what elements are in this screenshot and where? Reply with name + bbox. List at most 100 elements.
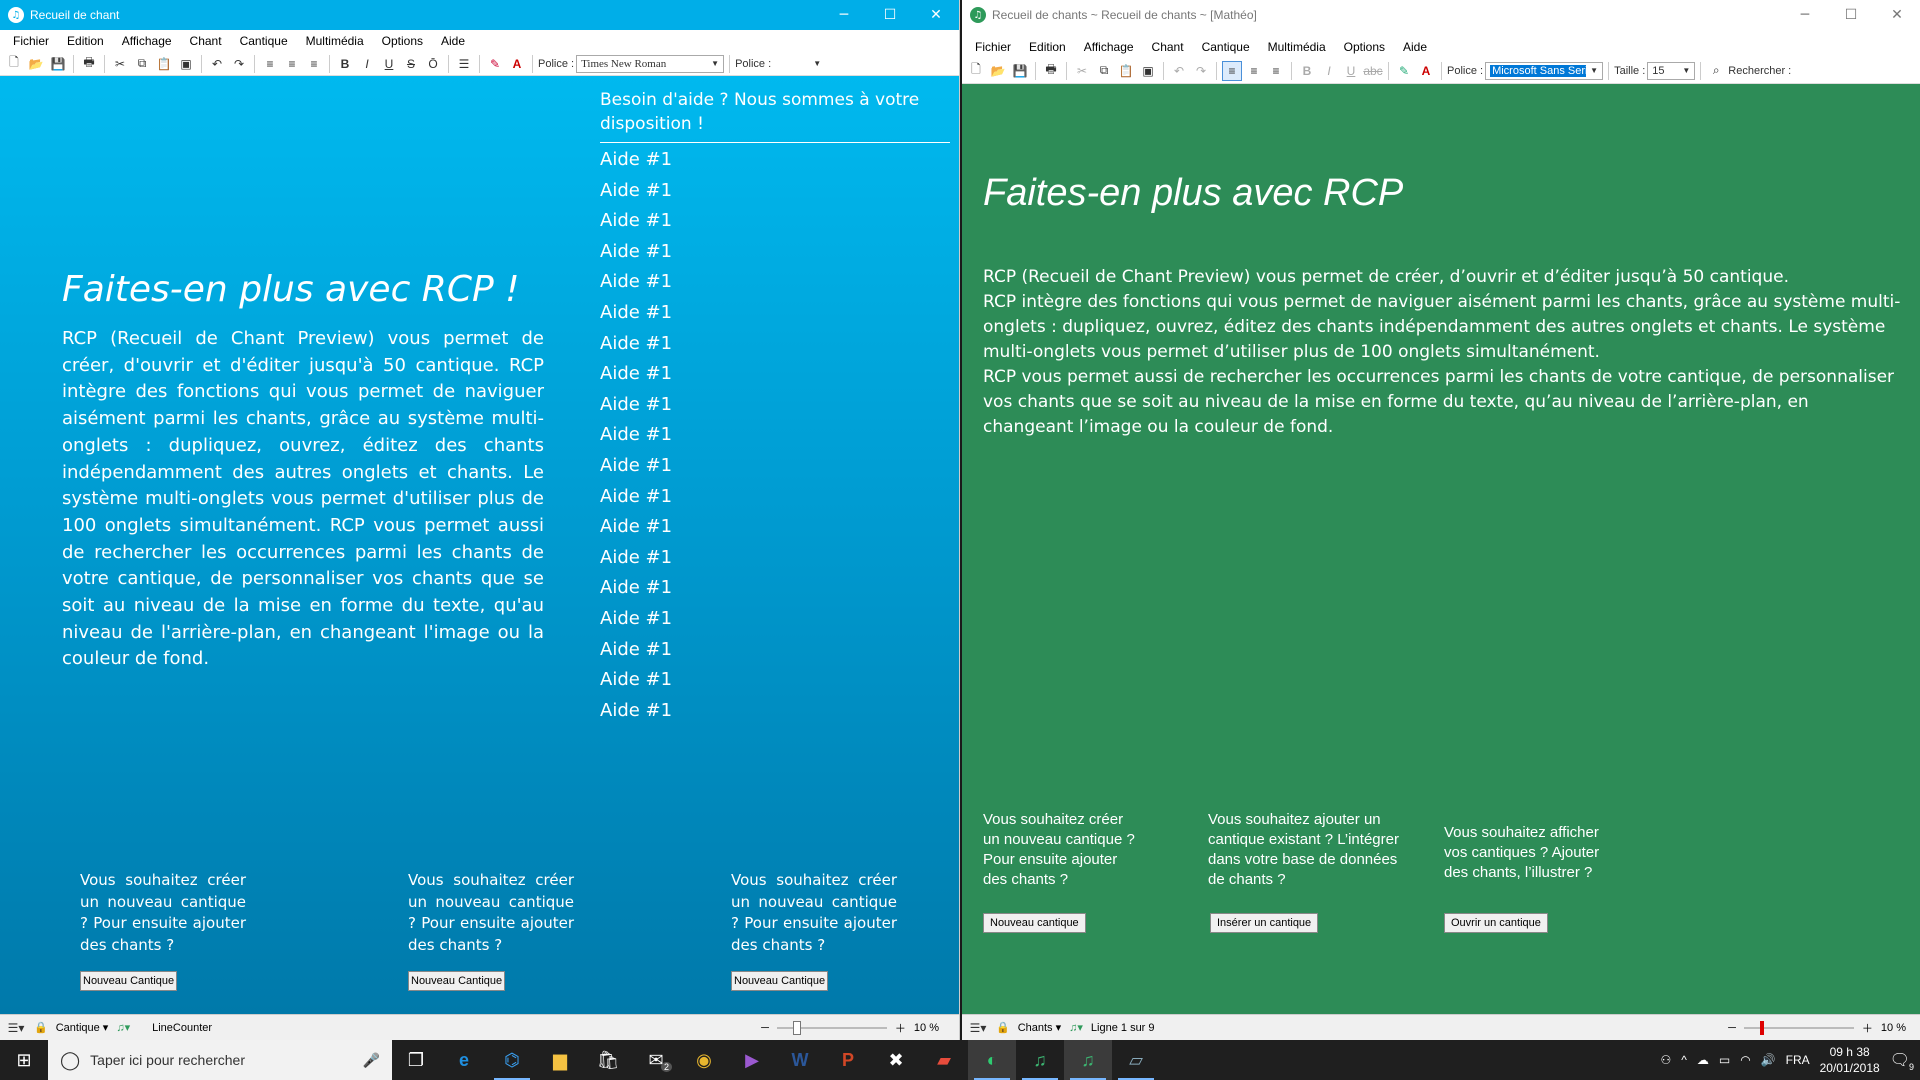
menu-edition[interactable]: Edition	[58, 34, 113, 48]
copy-icon[interactable]: ⧉	[132, 54, 152, 74]
help-link[interactable]: Aide #1	[600, 665, 672, 696]
battery-icon[interactable]: ▭	[1719, 1053, 1730, 1067]
help-link[interactable]: Aide #1	[600, 145, 672, 176]
menu-aide[interactable]: Aide	[432, 34, 474, 48]
menu-affichage[interactable]: Affichage	[1075, 40, 1143, 54]
save-icon[interactable]: 💾	[48, 54, 68, 74]
italic-icon[interactable]: I	[1319, 61, 1339, 81]
cut-icon[interactable]: ✂	[110, 54, 130, 74]
language-indicator[interactable]: FRA	[1786, 1053, 1810, 1067]
menu-aide[interactable]: Aide	[1394, 40, 1436, 54]
bold-icon[interactable]: B	[1297, 61, 1317, 81]
new-cantique-button[interactable]: Nouveau Cantique	[408, 971, 506, 991]
bullet-list-icon[interactable]: ☰	[454, 54, 474, 74]
new-cantique-button[interactable]: Nouveau Cantique	[80, 971, 178, 991]
help-link[interactable]: Aide #1	[600, 206, 672, 237]
font-color-icon[interactable]: A	[1416, 61, 1436, 81]
powerpoint-icon[interactable]: P	[824, 1040, 872, 1080]
menu-cantique[interactable]: Cantique	[1193, 40, 1259, 54]
minimize-button[interactable]: ─	[1782, 0, 1828, 30]
new-icon[interactable]: 🗋	[4, 54, 24, 74]
underline-icon[interactable]: U	[379, 54, 399, 74]
align-center-icon[interactable]: ≡	[282, 54, 302, 74]
help-link[interactable]: Aide #1	[600, 420, 672, 451]
redo-icon[interactable]: ↷	[229, 54, 249, 74]
print-icon[interactable]: 🖶	[1041, 61, 1061, 81]
new-cantique-button[interactable]: Nouveau Cantique	[731, 971, 829, 991]
italic-icon[interactable]: I	[357, 54, 377, 74]
menu-affichage[interactable]: Affichage	[113, 34, 181, 48]
font-select[interactable]: Times New Roman ▼	[576, 54, 725, 73]
zoom-in-button[interactable]: ＋	[895, 1020, 906, 1036]
font-size-select[interactable]: 15 ▼	[1647, 61, 1696, 80]
help-link[interactable]: Aide #1	[600, 176, 672, 207]
chrome-icon[interactable]: ◉	[680, 1040, 728, 1080]
zoom-out-button[interactable]: ─	[761, 1022, 769, 1034]
rcp-app-icon[interactable]: ◐	[968, 1040, 1016, 1080]
right-titlebar[interactable]: ♫ Recueil de chants ~ Recueil de chants …	[962, 0, 1920, 30]
paste-icon[interactable]: 📋	[154, 54, 174, 74]
underline-icon[interactable]: U	[1341, 61, 1361, 81]
undo-icon[interactable]: ↶	[207, 54, 227, 74]
menu-edition[interactable]: Edition	[1020, 40, 1075, 54]
align-left-icon[interactable]: ≡	[1222, 60, 1242, 81]
menu-icon[interactable]: ☰▾	[6, 1018, 26, 1038]
menu-cantique[interactable]: Cantique	[231, 34, 297, 48]
clock[interactable]: 09 h 38 20/01/2018	[1820, 1044, 1880, 1076]
open-icon[interactable]: 📂	[26, 54, 46, 74]
undo-icon[interactable]: ↶	[1169, 61, 1189, 81]
microphone-icon[interactable]: 🎤	[363, 1052, 380, 1069]
highlight-icon[interactable]: ✎	[1394, 61, 1414, 81]
open-icon[interactable]: 📂	[988, 61, 1008, 81]
edge-icon[interactable]: e	[440, 1040, 488, 1080]
new-icon[interactable]: 🗋	[966, 61, 986, 81]
chevron-up-icon[interactable]: ^	[1681, 1053, 1687, 1067]
zoom-slider[interactable]	[1743, 1020, 1854, 1035]
menu-multimedia[interactable]: Multimédia	[297, 34, 373, 48]
volume-icon[interactable]: 🔊	[1761, 1053, 1776, 1067]
copy-icon[interactable]: ⧉	[1094, 61, 1114, 81]
insert-cantique-button[interactable]: Insérer un cantique	[1210, 913, 1319, 933]
help-link[interactable]: Aide #1	[600, 237, 672, 268]
search-label[interactable]: Rechercher :	[1728, 65, 1791, 77]
font-size-select[interactable]: ▼	[773, 55, 825, 73]
chants-dropdown[interactable]: Chants ▾	[1018, 1021, 1061, 1034]
help-link[interactable]: Aide #1	[600, 635, 672, 666]
onedrive-icon[interactable]: ☁	[1697, 1053, 1709, 1067]
zoom-thumb[interactable]	[1760, 1020, 1765, 1035]
select-all-icon[interactable]: ▣	[176, 54, 196, 74]
help-link[interactable]: Aide #1	[600, 359, 672, 390]
music-note-icon[interactable]: ♫▾	[1069, 1021, 1083, 1034]
vscode-icon[interactable]: ⌬	[488, 1040, 536, 1080]
help-link[interactable]: Aide #1	[600, 329, 672, 360]
paste-icon[interactable]: 📋	[1116, 61, 1136, 81]
store-icon[interactable]: 🛍	[584, 1040, 632, 1080]
print-icon[interactable]: 🖶	[79, 54, 99, 74]
windows-start-icon[interactable]: ⊞	[0, 1040, 48, 1080]
task-view-icon[interactable]: ❐	[392, 1040, 440, 1080]
minimize-button[interactable]: ─	[821, 0, 867, 30]
people-icon[interactable]: ⚇	[1660, 1053, 1671, 1067]
strikethrough-icon[interactable]: abc	[1363, 61, 1383, 81]
cut-icon[interactable]: ✂	[1072, 61, 1092, 81]
xamarin-icon[interactable]: ✖	[872, 1040, 920, 1080]
menu-fichier[interactable]: Fichier	[966, 40, 1020, 54]
help-link[interactable]: Aide #1	[600, 696, 672, 727]
align-right-icon[interactable]: ≡	[1266, 61, 1286, 81]
help-link[interactable]: Aide #1	[600, 451, 672, 482]
menu-fichier[interactable]: Fichier	[4, 34, 58, 48]
font-color-icon[interactable]: A	[507, 54, 527, 74]
help-link[interactable]: Aide #1	[600, 482, 672, 513]
help-link[interactable]: Aide #1	[600, 543, 672, 574]
maximize-button[interactable]: ☐	[867, 0, 913, 30]
mail-icon[interactable]: ✉ 2	[632, 1040, 680, 1080]
save-icon[interactable]: 💾	[1010, 61, 1030, 81]
zoom-thumb[interactable]	[793, 1020, 802, 1035]
cantique-dropdown[interactable]: Cantique ▾	[56, 1021, 109, 1034]
left-titlebar[interactable]: ♫ Recueil de chant ─ ☐ ✕	[0, 0, 959, 30]
help-link[interactable]: Aide #1	[600, 267, 672, 298]
music-note-icon[interactable]: ♫▾	[116, 1021, 130, 1034]
notepad-icon[interactable]: ▱	[1112, 1040, 1160, 1080]
highlight-icon[interactable]: ✎	[485, 54, 505, 74]
menu-chant[interactable]: Chant	[1143, 40, 1193, 54]
